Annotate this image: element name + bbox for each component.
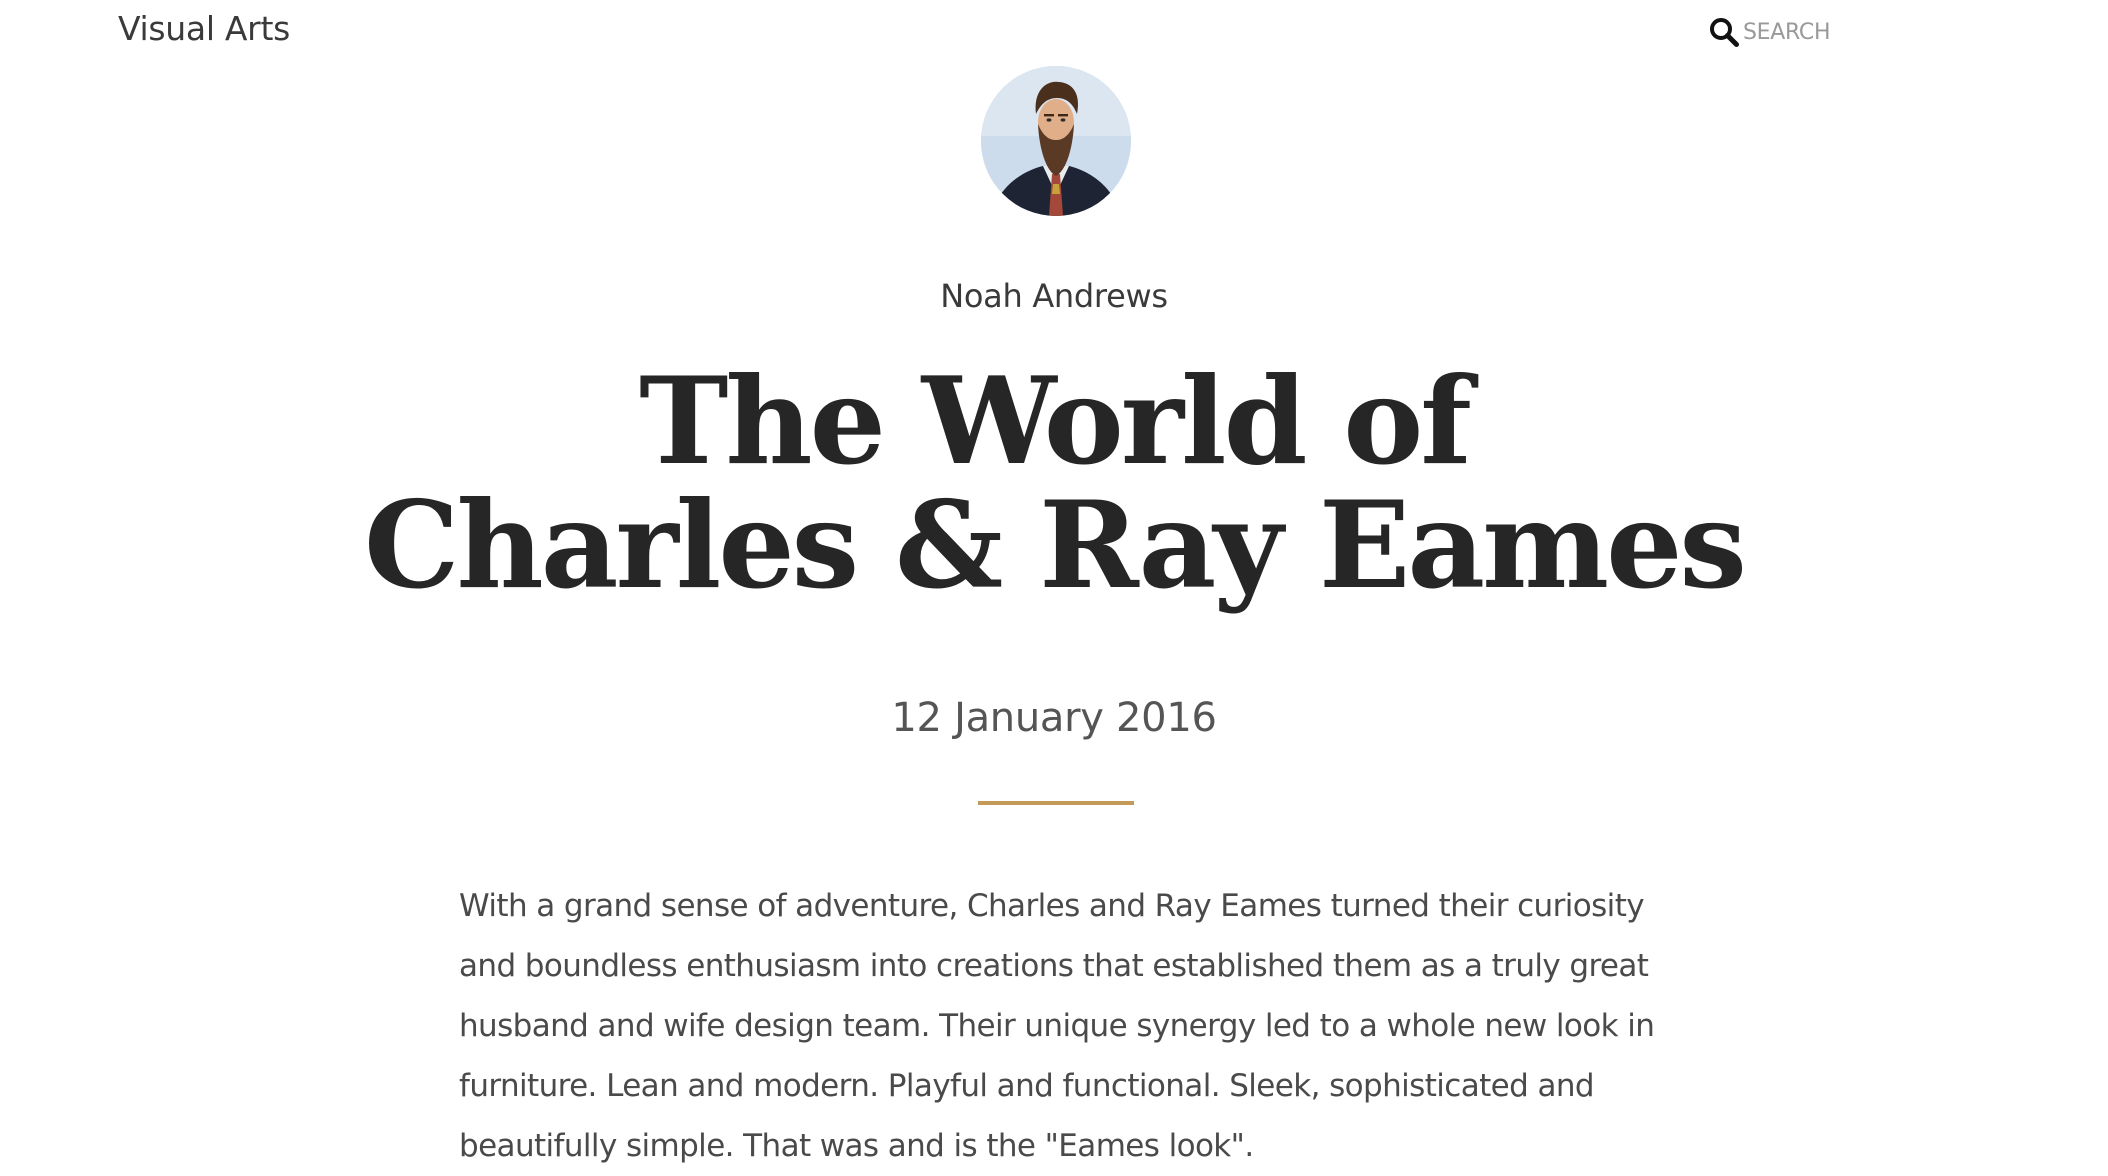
magnifier-icon[interactable] (1708, 16, 1740, 48)
post-title: The World of Charles & Ray Eames (354, 360, 1754, 608)
author-avatar[interactable] (981, 66, 1131, 216)
site-title-link[interactable]: Visual Arts (118, 6, 290, 52)
post-title-line-2: Charles & Ray Eames (364, 475, 1747, 616)
search-input[interactable] (1743, 19, 1845, 45)
post-title-line-1: The World of (639, 351, 1472, 492)
search-box[interactable] (1708, 12, 1848, 52)
title-divider (978, 801, 1134, 805)
post-body-paragraph: With a grand sense of adventure, Charles… (459, 888, 1655, 1164)
author-name[interactable]: Noah Andrews (654, 274, 1454, 318)
post-date: 12 January 2016 (891, 695, 1217, 741)
bearded-man-portrait-image (981, 66, 1131, 216)
